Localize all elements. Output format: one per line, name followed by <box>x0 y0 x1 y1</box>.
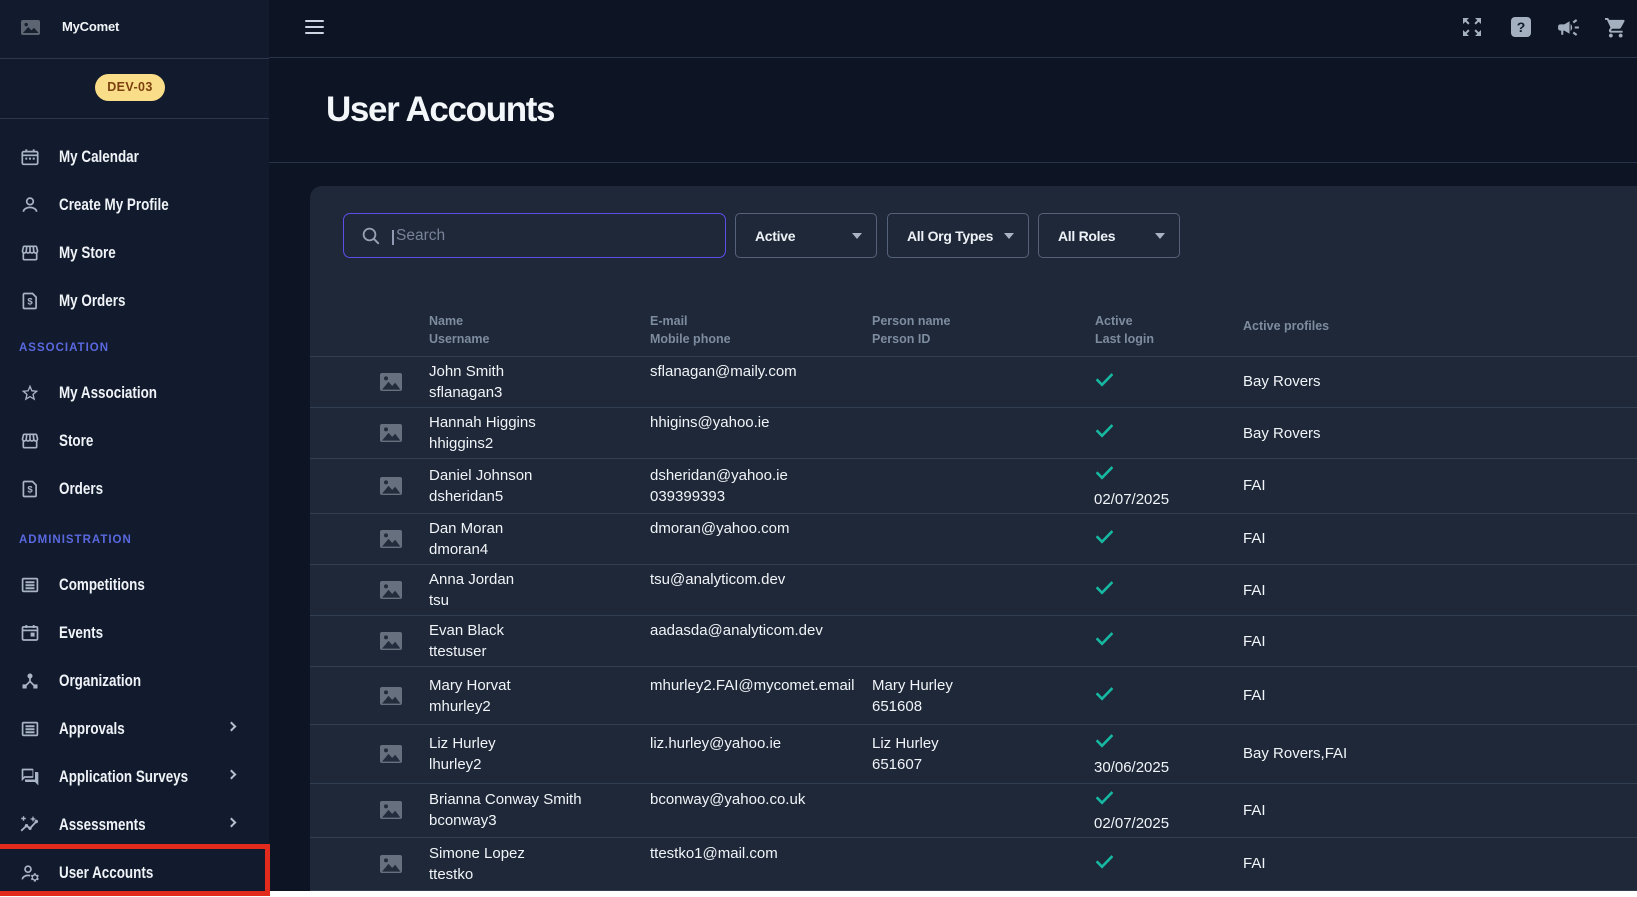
svg-text:$: $ <box>27 485 33 496</box>
svg-text:$: $ <box>27 297 33 308</box>
